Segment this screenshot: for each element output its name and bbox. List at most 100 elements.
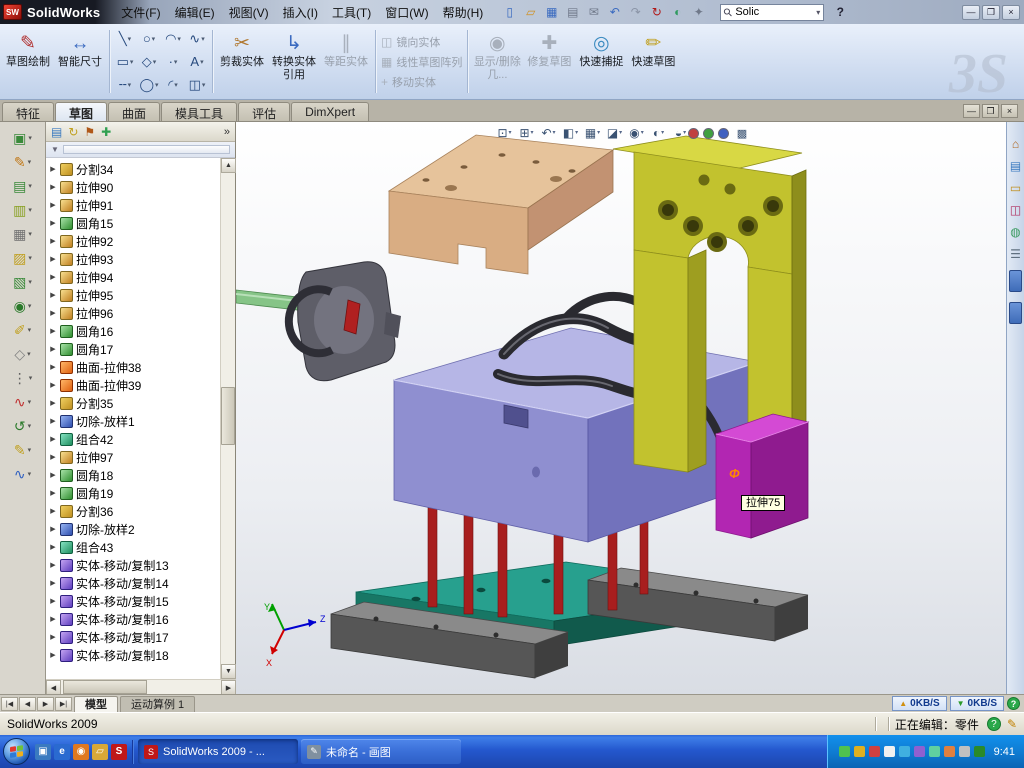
tab-nav-button[interactable]: ▶ (37, 697, 54, 711)
taskbar-clock[interactable]: 9:41 (994, 746, 1015, 758)
menu-item[interactable]: 帮助(H) (436, 1, 491, 24)
toolbar-button[interactable]: ▦线性草图阵列 (381, 54, 462, 70)
centerline-icon[interactable]: ╌▾ (113, 73, 137, 96)
ie-icon[interactable]: e (54, 744, 70, 760)
feature-tree-item[interactable]: ▶ 拉伸96 (46, 304, 220, 322)
scroll-thumb[interactable] (63, 680, 147, 694)
hide-show-items-icon[interactable]: ◉▾ (626, 123, 647, 142)
expand-arrow-icon[interactable]: ▶ (49, 633, 57, 641)
expand-arrow-icon[interactable]: ▶ (49, 345, 57, 353)
tray-icon-4[interactable] (884, 746, 895, 757)
expand-arrow-icon[interactable]: ▶ (49, 561, 57, 569)
tree-filter-input[interactable] (63, 145, 230, 154)
doc-restore-button[interactable]: ❐ (982, 104, 999, 118)
command-tab[interactable]: 草图 (55, 102, 107, 121)
feature-tree-item[interactable]: ▶ 实体-移动/复制18 (46, 646, 220, 664)
feature-tree-item[interactable]: ▶ 曲面-拉伸38 (46, 358, 220, 376)
doc-close-button[interactable]: × (1001, 104, 1018, 118)
rectangle-icon[interactable]: ▭▾ (113, 50, 137, 73)
edit-appearance-icon[interactable]: ◐▾ (648, 123, 669, 142)
send-icon[interactable]: ✉ (584, 3, 603, 21)
expand-arrow-icon[interactable]: ▶ (49, 381, 57, 389)
blocks-flyout-icon[interactable]: ⋮▾ (3, 367, 43, 388)
reference-geometry-icon[interactable]: ▦▾ (3, 223, 43, 244)
filter-funnel-icon[interactable]: ▼ (51, 145, 59, 154)
restore-button[interactable]: ❐ (982, 5, 1000, 20)
solidworks-qlaunch-icon[interactable]: S (111, 744, 127, 760)
circle-icon[interactable]: ○▾ (137, 27, 161, 50)
view-orientation-icon[interactable]: ▦▾ (582, 123, 603, 142)
feature-tree-item[interactable]: ▶ 实体-移动/复制15 (46, 592, 220, 610)
display-style-icon[interactable]: ◪▾ (604, 123, 625, 142)
tree-chevron[interactable]: » (224, 126, 230, 138)
feature-tree-item[interactable]: ▶ 拉伸94 (46, 268, 220, 286)
toolbar-button[interactable]: ◎快速捕捉 (575, 26, 627, 97)
expand-arrow-icon[interactable]: ▶ (49, 525, 57, 533)
print-icon[interactable]: ▤ (563, 3, 582, 21)
tray-icon-1[interactable] (839, 746, 850, 757)
toolbar-button[interactable]: ↔智能尺寸 (54, 26, 106, 97)
tools-flyout-icon[interactable]: ↺▾ (3, 415, 43, 436)
tab-nav-button[interactable]: ◀ (19, 697, 36, 711)
drawing-flyout-icon[interactable]: ✎▾ (3, 439, 43, 460)
expand-arrow-icon[interactable]: ▶ (49, 435, 57, 443)
expand-arrow-icon[interactable]: ▶ (49, 651, 57, 659)
mold-tools-flyout-icon[interactable]: ▧▾ (3, 271, 43, 292)
expand-arrow-icon[interactable]: ▶ (49, 363, 57, 371)
taskpane-tab[interactable] (1009, 302, 1022, 324)
sketch-fillet-icon[interactable]: ◜▾ (161, 73, 185, 96)
open-document-icon[interactable]: ▱ (521, 3, 540, 21)
network-meter[interactable]: ▲ 0KB/S ▼ 0KB/S ? (892, 696, 1020, 711)
command-tab[interactable]: DimXpert (291, 102, 369, 121)
expand-arrow-icon[interactable]: ▶ (49, 597, 57, 605)
feature-tree-item[interactable]: ▶ 实体-移动/复制17 (46, 628, 220, 646)
feature-tree-item[interactable]: ▶ 圆角18 (46, 466, 220, 484)
new-document-icon[interactable]: ▯ (500, 3, 519, 21)
menu-item[interactable]: 编辑(E) (168, 1, 222, 24)
expand-arrow-icon[interactable]: ▶ (49, 579, 57, 587)
feature-tree-item[interactable]: ▶ 切除-放样1 (46, 412, 220, 430)
feature-tree-item[interactable]: ▶ 实体-移动/复制13 (46, 556, 220, 574)
edit-color-icon[interactable]: ◐ (668, 3, 687, 21)
appearance-red-swatch[interactable] (688, 128, 699, 139)
expand-arrow-icon[interactable]: ▶ (49, 471, 57, 479)
rebuild-icon[interactable]: ↻ (647, 3, 666, 21)
minimize-button[interactable]: — (962, 5, 980, 20)
feature-tree-item[interactable]: ▶ 拉伸97 (46, 448, 220, 466)
appearance-blue-swatch[interactable] (718, 128, 729, 139)
tab-nav-button[interactable]: ▶| (55, 697, 72, 711)
tray-icon-6[interactable] (914, 746, 925, 757)
taskpane-tab[interactable] (1009, 270, 1022, 292)
feature-tree-item[interactable]: ▶ 分割35 (46, 394, 220, 412)
feature-tree-item[interactable]: ▶ 分割34 (46, 160, 220, 178)
feature-tree-item[interactable]: ▶ 组合43 (46, 538, 220, 556)
expand-arrow-icon[interactable]: ▶ (49, 291, 57, 299)
expand-arrow-icon[interactable]: ▶ (49, 489, 57, 497)
design-library-icon[interactable]: ▤ (1010, 160, 1021, 172)
expand-arrow-icon[interactable]: ▶ (49, 507, 57, 515)
annotations-flyout-icon[interactable]: ✐▾ (3, 319, 43, 340)
taskbar-task-button[interactable]: S SolidWorks 2009 - ... (138, 739, 298, 764)
polygon-icon[interactable]: ◇▾ (137, 50, 161, 73)
surfaces-flyout-icon[interactable]: ▤▾ (3, 175, 43, 196)
command-tab[interactable]: 模具工具 (161, 102, 237, 121)
scroll-thumb[interactable] (221, 387, 235, 445)
feature-tree-item[interactable]: ▶ 圆角19 (46, 484, 220, 502)
start-button[interactable] (3, 738, 30, 765)
expand-arrow-icon[interactable]: ▶ (49, 327, 57, 335)
view-settings-icon[interactable]: ▩ (733, 126, 751, 141)
feature-tree-item[interactable]: ▶ 拉伸91 (46, 196, 220, 214)
section-view-icon[interactable]: ◧▾ (560, 123, 581, 142)
expand-arrow-icon[interactable]: ▶ (49, 165, 57, 173)
tray-icon-7[interactable] (929, 746, 940, 757)
propertymanager-tab-icon[interactable]: ↻ (68, 126, 78, 138)
undo-icon[interactable]: ↶ (605, 3, 624, 21)
feature-tree-item[interactable]: ▶ 拉伸90 (46, 178, 220, 196)
curves-flyout-icon[interactable]: ◉▾ (3, 295, 43, 316)
expand-arrow-icon[interactable]: ▶ (49, 183, 57, 191)
tab-nav-button[interactable]: |◀ (1, 697, 18, 711)
tree-vertical-scrollbar[interactable]: ▲ ▼ (220, 158, 235, 679)
weldments-flyout-icon[interactable]: ▨▾ (3, 247, 43, 268)
toolbar-button[interactable]: ◉显示/删除几... (471, 26, 523, 97)
feature-tree-item[interactable]: ▶ 圆角15 (46, 214, 220, 232)
